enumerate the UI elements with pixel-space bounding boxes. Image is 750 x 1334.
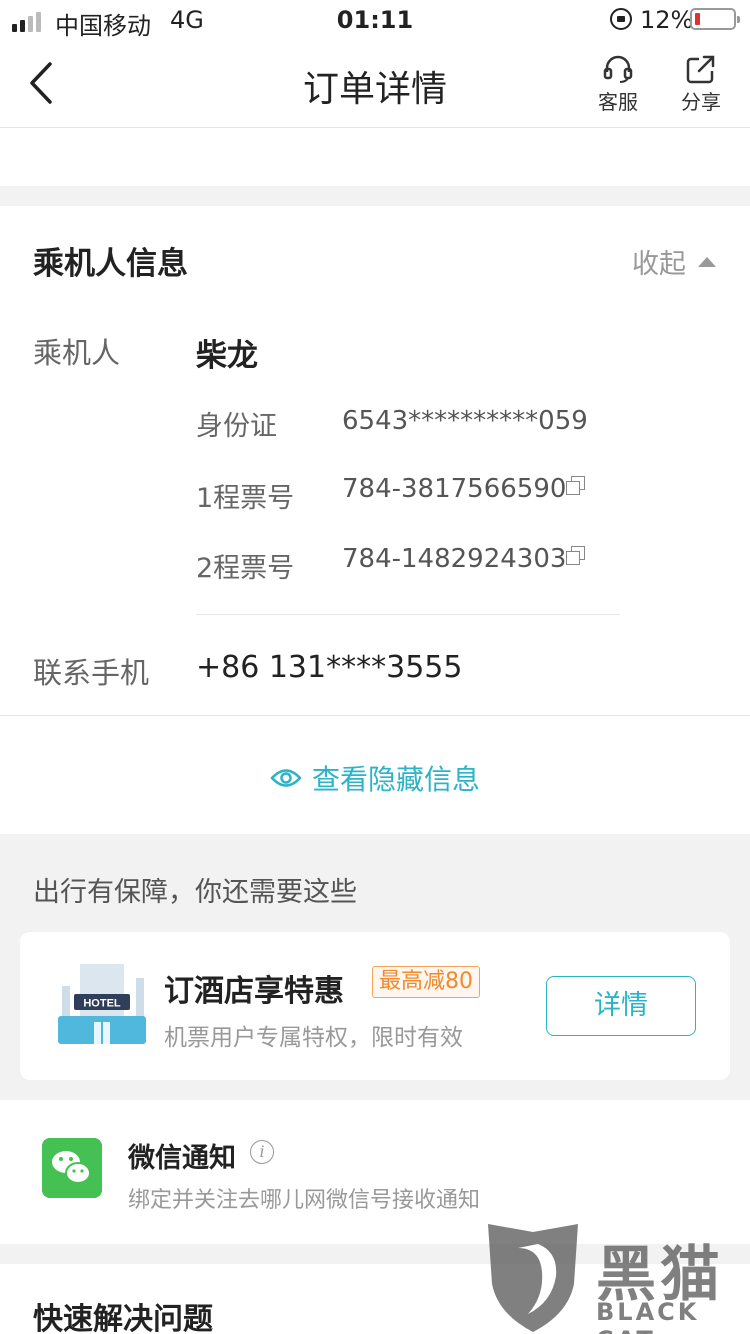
hotel-subtitle: 机票用户专属特权，限时有效 xyxy=(164,1025,463,1051)
blank-strip xyxy=(0,128,750,186)
status-time: 01:11 xyxy=(336,6,414,34)
reveal-hidden-info-link[interactable]: 查看隐藏信息 xyxy=(0,758,750,798)
wechat-title: 微信通知 xyxy=(128,1143,236,1174)
nav-bar: 订单详情 客服 分享 xyxy=(0,40,750,128)
hotel-promo-card[interactable]: HOTEL 订酒店享特惠 最高减80 机票用户专属特权，限时有效 详情 xyxy=(20,932,730,1080)
headset-icon xyxy=(603,55,633,83)
hotel-detail-button[interactable]: 详情 xyxy=(546,976,696,1036)
battery-icon xyxy=(690,8,740,30)
info-icon[interactable]: i xyxy=(250,1140,274,1164)
divider xyxy=(0,715,750,716)
share-label: 分享 xyxy=(681,90,721,114)
status-bar: 中国移动 4G 01:11 12% xyxy=(0,0,750,40)
ticket2-value: 784-1482924303 xyxy=(342,544,567,574)
id-label: 身份证 xyxy=(196,411,277,442)
copy-icon[interactable] xyxy=(566,546,585,565)
divider xyxy=(196,614,620,615)
share-icon xyxy=(686,55,715,84)
battery-percent: 12% xyxy=(640,6,694,34)
reveal-label: 查看隐藏信息 xyxy=(311,763,480,796)
quick-resolve-title: 快速解决问题 xyxy=(33,1302,213,1334)
section-separator xyxy=(0,186,750,206)
ticket1-value: 784-3817566590 xyxy=(342,474,567,504)
ticket1-label: 1程票号 xyxy=(196,483,295,514)
eye-icon xyxy=(270,769,302,787)
wechat-icon xyxy=(42,1138,102,1198)
passenger-info-section: 乘机人信息 收起 乘机人 柴龙 身份证 6543**********059 1程… xyxy=(0,206,750,834)
watermark-en: BLACK CAT xyxy=(596,1298,700,1334)
service-label: 客服 xyxy=(598,90,638,114)
guarantee-title: 出行有保障，你还需要这些 xyxy=(33,877,357,908)
collapse-label: 收起 xyxy=(632,249,686,280)
wechat-subtitle: 绑定并关注去哪儿网微信号接收通知 xyxy=(128,1188,481,1213)
customer-service-button[interactable]: 客服 xyxy=(588,54,648,115)
promo-badge: 最高减80 xyxy=(372,966,480,998)
copy-icon[interactable] xyxy=(566,476,585,495)
hotel-sign-text: HOTEL xyxy=(83,998,121,1010)
phone-label: 联系手机 xyxy=(33,656,150,690)
share-button[interactable]: 分享 xyxy=(671,54,731,115)
rotation-lock-icon xyxy=(610,8,632,30)
hotel-title: 订酒店享特惠 xyxy=(164,974,344,1009)
collapse-button[interactable]: 收起 xyxy=(632,242,716,281)
phone-value: +86 131****3555 xyxy=(196,650,463,685)
passenger-name: 柴龙 xyxy=(196,338,258,374)
section-title: 乘机人信息 xyxy=(33,246,188,282)
cat-shield-icon xyxy=(488,1224,578,1332)
black-cat-watermark: 黑猫 BLACK CAT xyxy=(478,1218,750,1334)
hotel-icon: HOTEL xyxy=(58,964,146,1044)
triangle-up-icon xyxy=(698,256,716,267)
ticket2-label: 2程票号 xyxy=(196,553,295,584)
passenger-label: 乘机人 xyxy=(33,336,121,370)
id-value: 6543**********059 xyxy=(342,406,588,436)
